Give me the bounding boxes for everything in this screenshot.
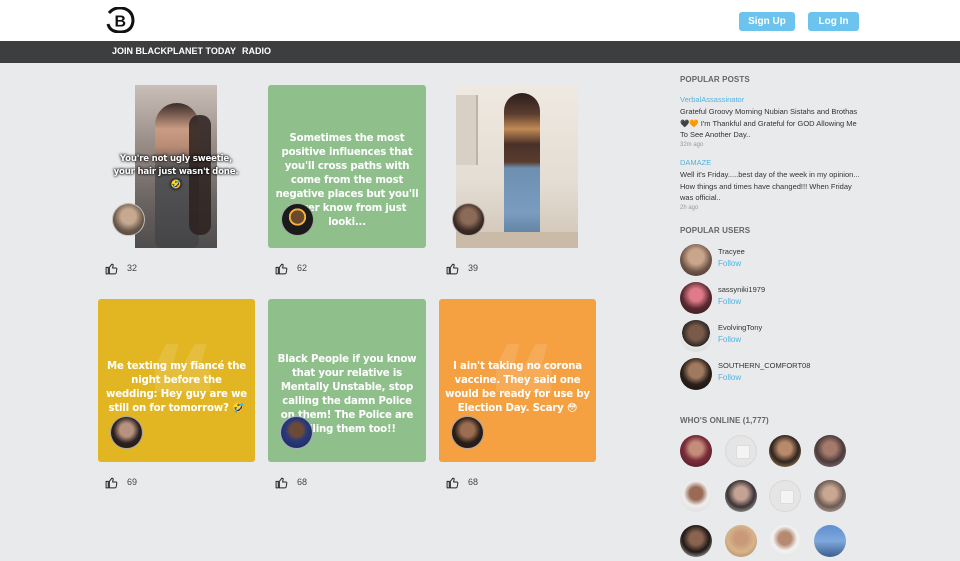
thumbs-up-icon bbox=[446, 477, 459, 488]
avatar[interactable] bbox=[814, 435, 846, 467]
avatar[interactable] bbox=[680, 480, 712, 512]
like-button[interactable]: 32 bbox=[105, 261, 137, 275]
follow-link[interactable]: Follow bbox=[718, 259, 741, 268]
author-avatar[interactable] bbox=[452, 203, 485, 236]
nav-join-link[interactable]: JOIN BLACKPLANET TODAY bbox=[112, 41, 236, 63]
avatar[interactable] bbox=[769, 525, 801, 557]
avatar[interactable] bbox=[680, 435, 712, 467]
photo-window bbox=[456, 95, 478, 165]
thumbs-up-icon bbox=[275, 477, 288, 488]
post-snippet[interactable]: Well it's Friday.....best day of the wee… bbox=[680, 169, 865, 204]
avatar[interactable] bbox=[725, 480, 757, 512]
popular-users-heading: POPULAR USERS bbox=[680, 226, 751, 235]
follow-link[interactable]: Follow bbox=[718, 335, 741, 344]
avatar[interactable] bbox=[769, 435, 801, 467]
avatar[interactable] bbox=[725, 435, 757, 467]
thumbs-up-icon bbox=[105, 477, 118, 488]
sign-up-button[interactable]: Sign Up bbox=[739, 12, 795, 31]
like-count: 62 bbox=[297, 263, 308, 273]
photo-person bbox=[504, 93, 540, 243]
follow-link[interactable]: Follow bbox=[718, 297, 741, 306]
avatar[interactable] bbox=[680, 244, 712, 276]
author-avatar[interactable] bbox=[280, 416, 313, 449]
svg-text:B: B bbox=[115, 14, 127, 31]
post-snippet[interactable]: Grateful Groovy Morning Nubian Sistahs a… bbox=[680, 106, 865, 141]
user-name[interactable]: EvolvingTony bbox=[718, 323, 762, 332]
popular-posts-heading: POPULAR POSTS bbox=[680, 75, 750, 84]
like-button[interactable]: 62 bbox=[275, 261, 307, 275]
like-count: 68 bbox=[297, 477, 308, 487]
log-in-button[interactable]: Log In bbox=[808, 12, 859, 31]
post-author-link[interactable]: VerbalAssassinator bbox=[680, 95, 744, 104]
thumbs-up-icon bbox=[446, 263, 459, 274]
author-avatar[interactable] bbox=[281, 203, 314, 236]
like-button[interactable]: 69 bbox=[105, 475, 137, 489]
user-name[interactable]: sassyniki1979 bbox=[718, 285, 765, 294]
feed-card-body: Me texting my fiancé the night before th… bbox=[106, 361, 247, 414]
feed-card-text[interactable]: Black People if you know that your relat… bbox=[268, 299, 426, 462]
like-count: 39 bbox=[468, 263, 479, 273]
like-count: 68 bbox=[468, 477, 479, 487]
like-button[interactable]: 68 bbox=[275, 475, 307, 489]
avatar[interactable] bbox=[680, 282, 712, 314]
avatar[interactable] bbox=[769, 480, 801, 512]
whos-online-heading: WHO'S ONLINE (1,777) bbox=[680, 416, 769, 425]
author-avatar[interactable] bbox=[451, 416, 484, 449]
avatar[interactable] bbox=[814, 480, 846, 512]
thumbs-up-icon bbox=[275, 263, 288, 274]
blackplanet-logo-icon[interactable]: B bbox=[106, 7, 135, 33]
thumbs-up-icon bbox=[105, 263, 118, 274]
avatar[interactable] bbox=[680, 320, 712, 352]
top-bar: B Sign Up Log In bbox=[0, 0, 960, 41]
feed-card-text[interactable]: ❝ Me texting my fiancé the night before … bbox=[98, 299, 255, 462]
avatar[interactable] bbox=[725, 525, 757, 557]
follow-link[interactable]: Follow bbox=[718, 373, 741, 382]
avatar[interactable] bbox=[680, 525, 712, 557]
nav-radio-link[interactable]: RADIO bbox=[242, 41, 271, 63]
like-count: 69 bbox=[127, 477, 138, 487]
avatar[interactable] bbox=[814, 525, 846, 557]
user-name[interactable]: SOUTHERN_COMFORT08 bbox=[718, 361, 810, 370]
feed-card-text[interactable]: ❝ I ain't taking no corona vaccine. They… bbox=[439, 299, 596, 462]
author-avatar[interactable] bbox=[110, 416, 143, 449]
feed-card-text[interactable]: Sometimes the most positive influences t… bbox=[268, 85, 426, 248]
like-button[interactable]: 39 bbox=[446, 261, 478, 275]
feed-card-caption: You're not ugly sweetie, your hair just … bbox=[113, 154, 239, 190]
post-timestamp: 32m ago bbox=[680, 142, 704, 148]
avatar[interactable] bbox=[680, 358, 712, 390]
post-timestamp: 2h ago bbox=[680, 205, 699, 211]
feed-card-body: I ain't taking no corona vaccine. They s… bbox=[445, 361, 590, 414]
user-name[interactable]: Tracyee bbox=[718, 247, 745, 256]
author-avatar[interactable] bbox=[112, 203, 145, 236]
post-author-link[interactable]: DAMAZE bbox=[680, 158, 711, 167]
like-button[interactable]: 68 bbox=[446, 475, 478, 489]
like-count: 32 bbox=[127, 263, 138, 273]
main-nav: JOIN BLACKPLANET TODAY RADIO bbox=[0, 41, 960, 63]
